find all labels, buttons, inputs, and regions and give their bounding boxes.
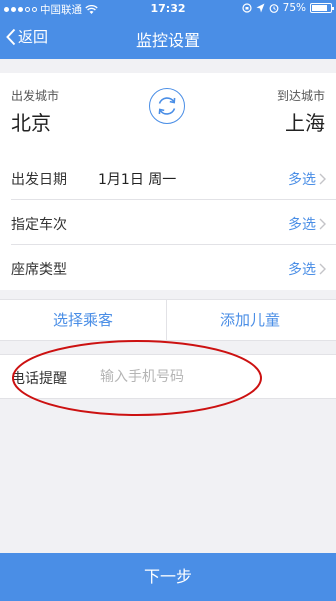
train-number-row[interactable]: 指定车次 多选 (0, 200, 336, 245)
select-passenger-button[interactable]: 选择乘客 (0, 300, 166, 340)
departure-date-label: 出发日期 (11, 172, 67, 188)
to-city[interactable]: 上海 (285, 107, 325, 136)
navigation-bar: 返回 监控设置 (0, 18, 336, 59)
seat-type-label: 座席类型 (11, 262, 67, 278)
battery-percent: 75% (282, 2, 306, 14)
swap-arrows-icon (158, 96, 175, 115)
add-child-button[interactable]: 添加儿童 (167, 300, 333, 340)
alarm-icon (269, 4, 279, 13)
multiselect-label: 多选 (288, 172, 316, 188)
phone-number-input[interactable] (100, 365, 300, 389)
page-title: 监控设置 (135, 31, 200, 50)
status-right: 75% (242, 2, 334, 14)
departure-date-value: 1月1日 周一 (98, 172, 177, 188)
passenger-buttons: 选择乘客 添加儿童 (0, 299, 336, 341)
location-arrow-icon (256, 3, 265, 13)
next-step-button[interactable]: 下一步 (0, 553, 336, 601)
seat-type-row[interactable]: 座席类型 多选 (0, 245, 336, 290)
to-city-label: 到达城市 (276, 89, 325, 103)
multiselect-label: 多选 (288, 262, 316, 278)
phone-reminder-row: 电话提醒 (0, 354, 336, 399)
swap-cities-button[interactable] (149, 88, 185, 124)
departure-date-multiselect[interactable]: 多选 (288, 169, 326, 189)
chevron-right-icon (319, 218, 326, 230)
seat-type-multiselect[interactable]: 多选 (288, 259, 326, 279)
chevron-right-icon (319, 173, 326, 185)
train-number-label: 指定车次 (11, 217, 67, 233)
phone-reminder-label: 电话提醒 (11, 371, 67, 387)
from-city[interactable]: 北京 (11, 107, 51, 136)
train-number-multiselect[interactable]: 多选 (288, 214, 326, 234)
city-selector: 出发城市 北京 到达城市 上海 (0, 73, 336, 155)
departure-date-row[interactable]: 出发日期 1月1日 周一 多选 (0, 155, 336, 200)
battery-icon (310, 3, 334, 13)
top-bar: 中国联通 17:32 75% 返回 监控设置 (0, 0, 336, 59)
from-city-label: 出发城市 (11, 89, 60, 103)
multiselect-label: 多选 (288, 217, 316, 233)
rotation-lock-icon (242, 3, 252, 13)
status-bar: 中国联通 17:32 75% (0, 0, 336, 18)
chevron-right-icon (319, 263, 326, 275)
